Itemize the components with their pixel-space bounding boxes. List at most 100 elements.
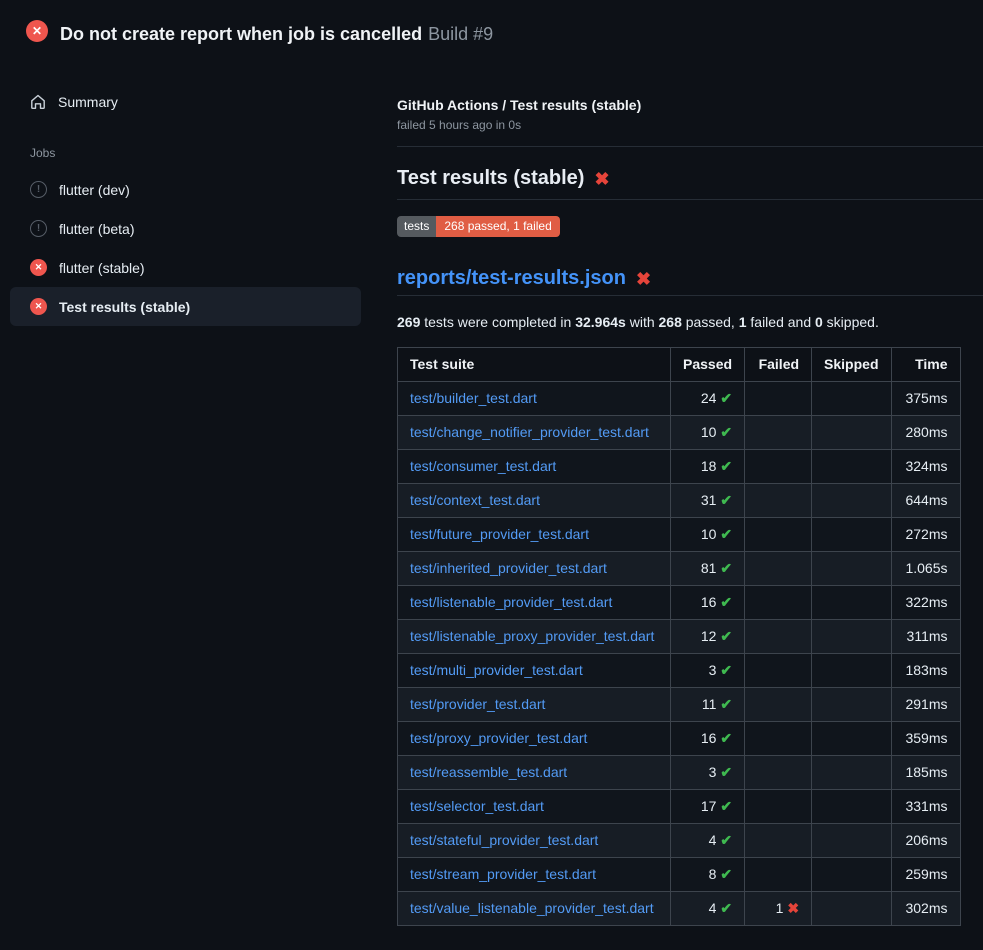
count-value: 18 <box>701 458 720 474</box>
passed-cell: 10 ✔ <box>671 416 745 450</box>
table-row: test/reassemble_test.dart3 ✔185ms <box>398 756 961 790</box>
breadcrumb: GitHub Actions / Test results (stable) <box>397 97 983 113</box>
check-icon: ✔ <box>720 730 732 746</box>
time-cell: 331ms <box>891 790 960 824</box>
count-value: 16 <box>701 594 720 610</box>
check-icon: ✔ <box>720 628 732 644</box>
failed-cell <box>745 416 812 450</box>
badge-label: tests <box>397 216 436 237</box>
count-value: 1 <box>776 900 788 916</box>
failed-cell <box>745 654 812 688</box>
count-value: 17 <box>701 798 720 814</box>
test-suite-link[interactable]: test/context_test.dart <box>410 492 540 508</box>
test-suite-link[interactable]: test/stateful_provider_test.dart <box>410 832 598 848</box>
failed-cell <box>745 756 812 790</box>
passed-cell: 81 ✔ <box>671 552 745 586</box>
suite-cell: test/inherited_provider_test.dart <box>398 552 671 586</box>
run-header: ✕ Do not create report when job is cance… <box>0 0 983 59</box>
time-cell: 375ms <box>891 382 960 416</box>
test-suite-link[interactable]: test/consumer_test.dart <box>410 458 556 474</box>
passed-cell: 10 ✔ <box>671 518 745 552</box>
test-suite-link[interactable]: test/listenable_proxy_provider_test.dart <box>410 628 654 644</box>
check-icon: ✔ <box>720 424 732 440</box>
divider <box>397 295 983 296</box>
check-icon: ✔ <box>720 798 732 814</box>
passed-cell: 11 ✔ <box>671 688 745 722</box>
test-suite-link[interactable]: test/selector_test.dart <box>410 798 544 814</box>
sidebar-item-summary[interactable]: Summary <box>10 85 361 119</box>
check-icon: ✔ <box>720 390 732 406</box>
jobs-list: !flutter (dev)!flutter (beta)✕flutter (s… <box>0 170 371 326</box>
failed-cell <box>745 552 812 586</box>
count-value: 10 <box>701 526 720 542</box>
suite-cell: test/listenable_proxy_provider_test.dart <box>398 620 671 654</box>
report-file-link[interactable]: reports/test-results.json <box>397 267 626 290</box>
divider <box>397 199 983 200</box>
total-count: 269 <box>397 314 420 330</box>
test-suite-link[interactable]: test/multi_provider_test.dart <box>410 662 583 678</box>
skipped-cell <box>812 552 891 586</box>
passed-count: 268 <box>659 314 682 330</box>
test-suite-link[interactable]: test/reassemble_test.dart <box>410 764 567 780</box>
skipped-cell <box>812 790 891 824</box>
suite-cell: test/change_notifier_provider_test.dart <box>398 416 671 450</box>
check-icon: ✔ <box>720 560 732 576</box>
table-row: test/proxy_provider_test.dart16 ✔359ms <box>398 722 961 756</box>
test-suite-link[interactable]: test/provider_test.dart <box>410 696 545 712</box>
sidebar-item-test-results-stable[interactable]: ✕Test results (stable) <box>10 287 361 326</box>
skipped-cell <box>812 722 891 756</box>
cancelled-icon: ! <box>30 181 47 198</box>
time-cell: 183ms <box>891 654 960 688</box>
failed-cell <box>745 722 812 756</box>
passed-cell: 4 ✔ <box>671 892 745 926</box>
skipped-cell <box>812 654 891 688</box>
sidebar-item-flutter-dev[interactable]: !flutter (dev) <box>10 170 361 209</box>
test-suite-link[interactable]: test/change_notifier_provider_test.dart <box>410 424 649 440</box>
test-suite-link[interactable]: test/stream_provider_test.dart <box>410 866 596 882</box>
suite-cell: test/selector_test.dart <box>398 790 671 824</box>
suite-cell: test/stream_provider_test.dart <box>398 858 671 892</box>
time-cell: 644ms <box>891 484 960 518</box>
divider <box>397 146 983 147</box>
count-value: 4 <box>709 900 721 916</box>
count-value: 8 <box>709 866 721 882</box>
skipped-cell <box>812 484 891 518</box>
test-suite-link[interactable]: test/builder_test.dart <box>410 390 537 406</box>
skipped-cell <box>812 824 891 858</box>
time-cell: 302ms <box>891 892 960 926</box>
sidebar-item-label: flutter (beta) <box>59 221 134 237</box>
test-suite-link[interactable]: test/proxy_provider_test.dart <box>410 730 587 746</box>
failed-cell <box>745 824 812 858</box>
x-icon: ✖ <box>787 900 799 916</box>
failed-count: 1 <box>739 314 747 330</box>
test-suite-link[interactable]: test/value_listenable_provider_test.dart <box>410 900 654 916</box>
count-value: 12 <box>701 628 720 644</box>
passed-cell: 16 ✔ <box>671 722 745 756</box>
test-suite-link[interactable]: test/future_provider_test.dart <box>410 526 589 542</box>
count-value: 24 <box>701 390 720 406</box>
failed-cell <box>745 586 812 620</box>
results-table: Test suite Passed Failed Skipped Time te… <box>397 347 961 926</box>
failed-cell <box>745 518 812 552</box>
table-row: test/consumer_test.dart18 ✔324ms <box>398 450 961 484</box>
sidebar-item-flutter-beta[interactable]: !flutter (beta) <box>10 209 361 248</box>
check-icon: ✔ <box>720 492 732 508</box>
check-icon: ✔ <box>720 526 732 542</box>
test-suite-link[interactable]: test/inherited_provider_test.dart <box>410 560 607 576</box>
failed-cross-icon: ✖ <box>594 170 609 188</box>
summary-line: 269 tests were completed in 32.964s with… <box>397 314 983 330</box>
time-cell: 185ms <box>891 756 960 790</box>
skipped-cell <box>812 450 891 484</box>
sidebar-item-flutter-stable[interactable]: ✕flutter (stable) <box>10 248 361 287</box>
table-row: test/inherited_provider_test.dart 81 ✔ 1.0… <box>398 552 961 586</box>
skipped-cell <box>812 416 891 450</box>
test-suite-link[interactable]: test/listenable_provider_test.dart <box>410 594 612 610</box>
time-cell: 206ms <box>891 824 960 858</box>
table-row: test/multi_provider_test.dart3 ✔183ms <box>398 654 961 688</box>
col-passed: Passed <box>671 348 745 382</box>
passed-cell: 12 ✔ <box>671 620 745 654</box>
suite-cell: test/provider_test.dart <box>398 688 671 722</box>
failed-cell <box>745 688 812 722</box>
suite-cell: test/listenable_provider_test.dart <box>398 586 671 620</box>
time-cell: 1.065s <box>891 552 960 586</box>
